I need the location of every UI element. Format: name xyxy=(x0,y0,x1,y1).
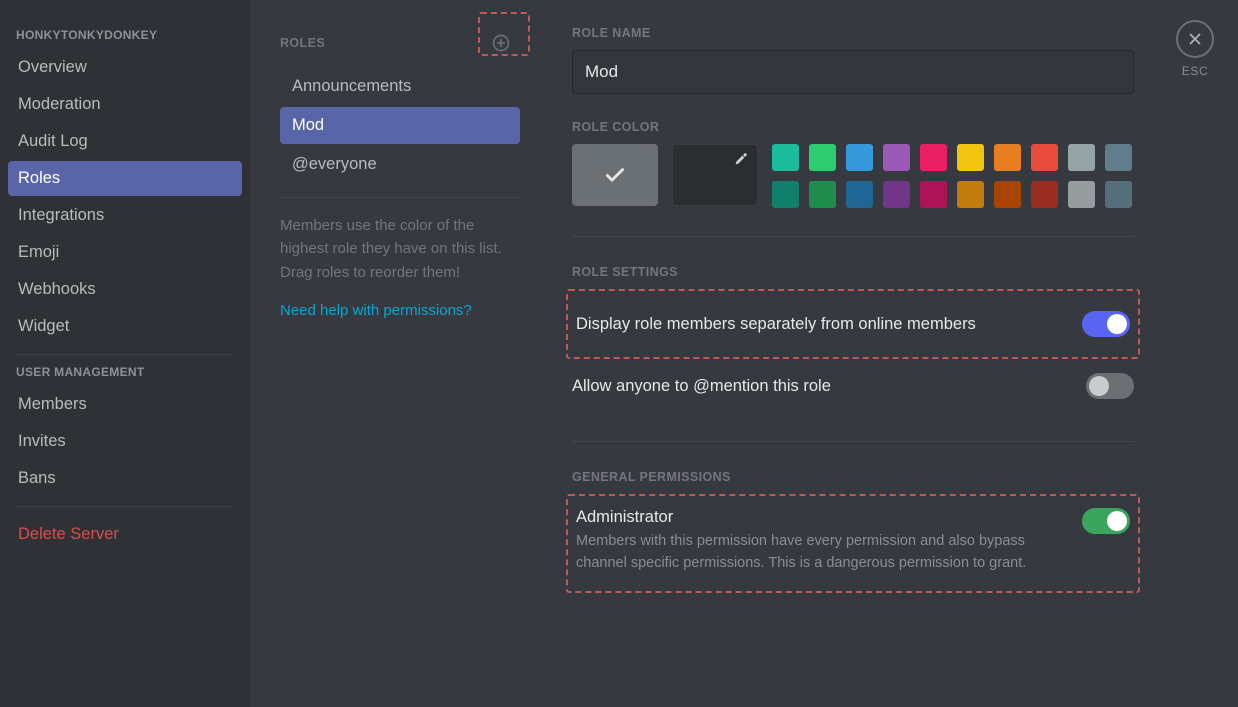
roles-list-divider xyxy=(280,197,520,198)
role-item-announcements[interactable]: Announcements xyxy=(280,68,520,105)
color-swatch[interactable] xyxy=(809,181,836,208)
role-name-input[interactable] xyxy=(572,50,1134,94)
color-swatch[interactable] xyxy=(772,181,799,208)
eyedropper-icon xyxy=(733,151,749,172)
color-swatch-grid xyxy=(772,144,1132,208)
role-color-picker xyxy=(572,144,1134,208)
sidebar-item-integrations[interactable]: Integrations xyxy=(8,198,242,233)
sidebar-item-moderation[interactable]: Moderation xyxy=(8,87,242,122)
sidebar-item-invites[interactable]: Invites xyxy=(8,424,242,459)
close-settings: ESC xyxy=(1176,20,1214,78)
permission-administrator-label: Administrator xyxy=(576,508,1066,527)
color-swatch[interactable] xyxy=(1031,181,1058,208)
role-item-everyone[interactable]: @everyone xyxy=(280,146,520,183)
color-swatch[interactable] xyxy=(957,144,984,171)
sidebar-divider xyxy=(16,506,234,507)
setting-display-separately: Display role members separately from onl… xyxy=(572,289,1134,359)
sidebar-item-bans[interactable]: Bans xyxy=(8,461,242,496)
toggle-allow-mention[interactable] xyxy=(1086,373,1134,399)
user-management-header: USER MANAGEMENT xyxy=(8,365,242,385)
section-divider xyxy=(572,441,1134,442)
roles-reorder-hint: Members use the color of the highest rol… xyxy=(280,214,520,284)
role-name-label: ROLE NAME xyxy=(572,26,1134,40)
color-swatch[interactable] xyxy=(809,144,836,171)
color-swatch[interactable] xyxy=(994,144,1021,171)
sidebar-item-widget[interactable]: Widget xyxy=(8,309,242,344)
setting-display-separately-label: Display role members separately from onl… xyxy=(576,315,976,334)
plus-circle-icon xyxy=(491,33,511,53)
setting-allow-mention: Allow anyone to @mention this role xyxy=(572,359,1134,413)
delete-server-button[interactable]: Delete Server xyxy=(8,517,242,552)
color-swatch[interactable] xyxy=(772,144,799,171)
role-item-mod[interactable]: Mod xyxy=(280,107,520,144)
color-swatch[interactable] xyxy=(920,181,947,208)
sidebar-item-emoji[interactable]: Emoji xyxy=(8,235,242,270)
sidebar-item-webhooks[interactable]: Webhooks xyxy=(8,272,242,307)
color-swatch[interactable] xyxy=(920,144,947,171)
sidebar-item-members[interactable]: Members xyxy=(8,387,242,422)
color-swatch[interactable] xyxy=(1068,144,1095,171)
color-swatch[interactable] xyxy=(883,144,910,171)
sidebar-item-audit-log[interactable]: Audit Log xyxy=(8,124,242,159)
color-swatch[interactable] xyxy=(957,181,984,208)
color-swatch[interactable] xyxy=(883,181,910,208)
add-role-button[interactable] xyxy=(482,26,520,60)
color-swatch[interactable] xyxy=(1105,144,1132,171)
toggle-display-separately[interactable] xyxy=(1082,311,1130,337)
color-swatch[interactable] xyxy=(1068,181,1095,208)
general-permissions-label: GENERAL PERMISSIONS xyxy=(572,470,1134,484)
settings-sidebar: HONKYTONKYDONKEY Overview Moderation Aud… xyxy=(0,0,250,707)
section-divider xyxy=(572,236,1134,237)
permission-administrator: Administrator Members with this permissi… xyxy=(572,494,1134,593)
color-swatch[interactable] xyxy=(846,144,873,171)
server-name: HONKYTONKYDONKEY xyxy=(8,28,242,48)
close-icon xyxy=(1186,30,1204,48)
permissions-help-link[interactable]: Need help with permissions? xyxy=(280,302,520,319)
roles-list-column: ROLES Announcements Mod @everyone Member… xyxy=(250,0,540,707)
close-button[interactable] xyxy=(1176,20,1214,58)
role-editor-pane: ROLE NAME ROLE COLOR ROLE SETTINGS Displ… xyxy=(540,0,1238,707)
setting-allow-mention-label: Allow anyone to @mention this role xyxy=(572,377,831,396)
color-swatch[interactable] xyxy=(1031,144,1058,171)
sidebar-item-overview[interactable]: Overview xyxy=(8,50,242,85)
color-swatch[interactable] xyxy=(1105,181,1132,208)
permission-administrator-desc: Members with this permission have every … xyxy=(576,531,1066,575)
check-icon xyxy=(602,162,628,188)
color-swatch[interactable] xyxy=(846,181,873,208)
sidebar-divider xyxy=(16,354,234,355)
esc-label: ESC xyxy=(1182,64,1208,78)
sidebar-item-roles[interactable]: Roles xyxy=(8,161,242,196)
role-settings-label: ROLE SETTINGS xyxy=(572,265,1134,279)
color-custom-swatch[interactable] xyxy=(672,144,758,206)
roles-column-title: ROLES xyxy=(280,36,325,50)
color-swatch[interactable] xyxy=(994,181,1021,208)
role-color-label: ROLE COLOR xyxy=(572,120,1134,134)
color-default-swatch[interactable] xyxy=(572,144,658,206)
toggle-administrator[interactable] xyxy=(1082,508,1130,534)
